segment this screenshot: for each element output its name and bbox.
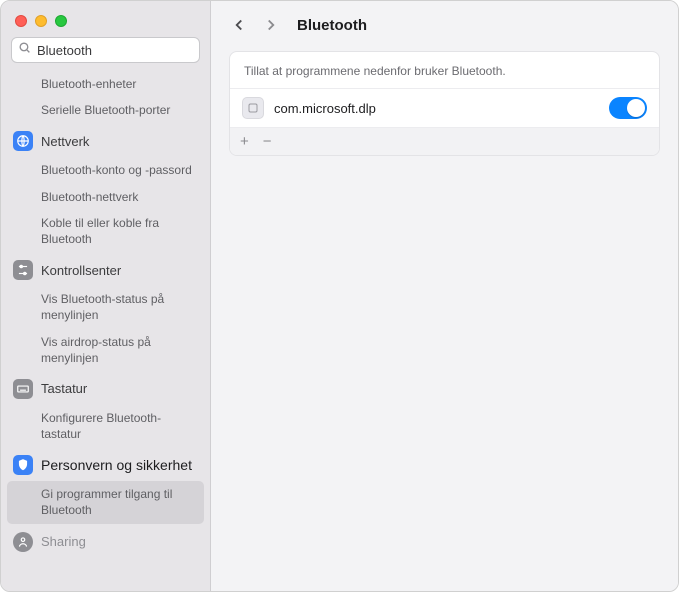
window-controls	[1, 1, 210, 37]
sidebar-item-bt-access[interactable]: Gi programmer tilgang til Bluetooth	[7, 481, 204, 523]
sidebar-section-network: Nettverk Bluetooth-konto og -passord Blu…	[7, 125, 204, 252]
sidebar-head-keyboard[interactable]: Tastatur	[7, 373, 204, 405]
sidebar-head-keyboard-label: Tastatur	[41, 381, 87, 396]
nav-back-button[interactable]	[229, 15, 249, 35]
sidebar-item-airdrop-menubar[interactable]: Vis airdrop-status på menylinjen	[7, 329, 204, 371]
app-row-toggle[interactable]	[609, 97, 647, 119]
content-header: Bluetooth	[211, 1, 678, 45]
sidebar-item-bt-menubar[interactable]: Vis Bluetooth-status på menylinjen	[7, 286, 204, 328]
minimize-window-button[interactable]	[35, 15, 47, 27]
sidebar-scroll: Bluetooth-enheter Serielle Bluetooth-por…	[1, 71, 210, 591]
apps-card-description: Tillat at programmene nedenfor bruker Bl…	[230, 52, 659, 89]
apps-card-footer: + −	[230, 127, 659, 155]
sidebar-head-sharing[interactable]: Sharing	[7, 526, 204, 558]
sidebar-item-bt-connect[interactable]: Koble til eller koble fra Bluetooth	[7, 210, 204, 252]
sidebar-head-privacy-label: Personvern og sikkerhet	[41, 457, 192, 473]
sidebar-head-network-label: Nettverk	[41, 134, 89, 149]
add-app-button[interactable]: +	[240, 134, 249, 149]
nav-forward-button[interactable]	[261, 15, 281, 35]
sidebar-item-bt-keyboard[interactable]: Konfigurere Bluetooth-tastatur	[7, 405, 204, 447]
sidebar-head-sharing-label: Sharing	[41, 534, 86, 549]
sidebar-section-privacy: Personvern og sikkerhet Gi programmer ti…	[7, 449, 204, 523]
sidebar-section-keyboard: Tastatur Konfigurere Bluetooth-tastatur	[7, 373, 204, 447]
sidebar-item-serial-ports[interactable]: Serielle Bluetooth-porter	[7, 97, 204, 123]
sidebar-head-control-center-label: Kontrollsenter	[41, 263, 121, 278]
remove-app-button[interactable]: −	[263, 134, 272, 149]
sidebar: ✕ Bluetooth-enheter Serielle Bluetooth-p…	[1, 1, 211, 591]
sidebar-item-bt-network[interactable]: Bluetooth-nettverk	[7, 184, 204, 210]
globe-icon	[13, 131, 33, 151]
zoom-window-button[interactable]	[55, 15, 67, 27]
page-title: Bluetooth	[297, 17, 367, 34]
sharing-icon	[13, 532, 33, 552]
app-generic-icon	[242, 97, 264, 119]
hand-privacy-icon	[13, 455, 33, 475]
close-window-button[interactable]	[15, 15, 27, 27]
apps-card: Tillat at programmene nedenfor bruker Bl…	[229, 51, 660, 156]
content-pane: Bluetooth Tillat at programmene nedenfor…	[211, 1, 678, 591]
search-input[interactable]	[37, 43, 213, 58]
search-icon	[18, 41, 31, 59]
sidebar-head-control-center[interactable]: Kontrollsenter	[7, 254, 204, 286]
sidebar-section-sharing: Sharing	[7, 526, 204, 558]
app-row-label: com.microsoft.dlp	[274, 101, 599, 116]
sidebar-head-privacy[interactable]: Personvern og sikkerhet	[7, 449, 204, 481]
app-row: com.microsoft.dlp	[230, 89, 659, 127]
sliders-icon	[13, 260, 33, 280]
search-container: ✕	[1, 37, 210, 71]
search-field[interactable]: ✕	[11, 37, 200, 63]
sidebar-item-bt-account[interactable]: Bluetooth-konto og -passord	[7, 157, 204, 183]
sidebar-head-network[interactable]: Nettverk	[7, 125, 204, 157]
sidebar-item-bluetooth-devices[interactable]: Bluetooth-enheter	[7, 71, 204, 97]
sidebar-section-control-center: Kontrollsenter Vis Bluetooth-status på m…	[7, 254, 204, 371]
keyboard-icon	[13, 379, 33, 399]
content-body: Tillat at programmene nedenfor bruker Bl…	[211, 45, 678, 162]
settings-window: ✕ Bluetooth-enheter Serielle Bluetooth-p…	[0, 0, 679, 592]
